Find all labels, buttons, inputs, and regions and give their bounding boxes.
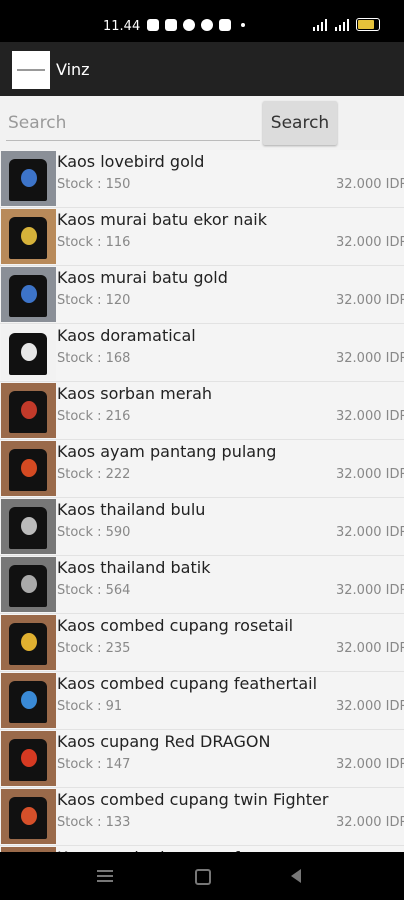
back-icon[interactable] [291,869,301,883]
signal-icon-2 [335,18,349,31]
product-price: 32.000 IDR [336,815,404,830]
list-item[interactable]: Kaos thailand bulu Stock : 590 32.000 IDR [0,498,404,556]
product-name: Kaos cupang Red DRAGON [57,732,271,751]
app-title: Vinz [56,60,90,79]
shirt-print [21,401,37,419]
product-name: Kaos thailand batik [57,558,211,577]
product-thumbnail [1,209,56,264]
product-name: Kaos lovebird gold [57,152,205,171]
product-stock: Stock : 222 [57,467,131,482]
product-stock: Stock : 216 [57,409,131,424]
product-thumbnail [1,383,56,438]
list-item[interactable]: Kaos combed cupang feathertail Stock : 91… [0,672,404,730]
product-stock: Stock : 147 [57,757,131,772]
product-thumbnail [1,731,56,786]
shirt-print [21,169,37,187]
product-price: 32.000 IDR [336,177,404,192]
home-icon[interactable] [195,869,211,885]
battery-icon [356,18,380,31]
app-icon [183,19,195,31]
list-item[interactable]: Kaos sorban merah Stock : 216 32.000 IDR [0,382,404,440]
product-stock: Stock : 120 [57,293,131,308]
list-item[interactable]: Kaos doramatical Stock : 168 32.000 IDR [0,324,404,382]
product-price: 32.000 IDR [336,351,404,366]
instagram-icon [147,19,159,31]
product-name: Kaos combed cupang rosetail [57,616,294,635]
search-input[interactable] [6,106,260,141]
product-name: Kaos combed cupang feathertail [57,674,318,693]
product-name: Kaos ayam pantang pulang [57,442,277,461]
list-item[interactable]: Kaos murai batu ekor naik Stock : 116 32.0… [0,208,404,266]
shirt-print [21,749,37,767]
product-thumbnail [1,151,56,206]
list-item[interactable]: Kaos combed cupang twin Fighter Stock : 1… [0,788,404,846]
product-list[interactable]: Kaos lovebird gold Stock : 150 32.000 IDR K… [0,150,404,852]
product-stock: Stock : 235 [57,641,131,656]
product-thumbnail [1,267,56,322]
product-price: 32.000 IDR [336,699,404,714]
product-thumbnail [1,441,56,496]
product-stock: Stock : 133 [57,815,131,830]
product-thumbnail [1,499,56,554]
product-stock: Stock : 91 [57,699,123,714]
product-price: 32.000 IDR [336,409,404,424]
product-name: Kaos doramatical [57,326,196,345]
product-stock: Stock : 150 [57,177,131,192]
app-logo [12,51,50,89]
product-name: Kaos sorban merah [57,384,213,403]
product-price: 32.000 IDR [336,293,404,308]
product-price: 32.000 IDR [336,235,404,250]
system-icons [312,18,380,31]
search-button[interactable]: Search [263,101,337,145]
product-name: Kaos thailand bulu [57,500,206,519]
signal-icon [313,18,327,31]
product-thumbnail [1,789,56,844]
product-thumbnail [1,325,56,380]
list-item[interactable]: Kaos murai batu gold Stock : 120 32.000 ID… [0,266,404,324]
list-item[interactable]: Kaos thailand batik Stock : 564 32.000 IDR [0,556,404,614]
shirt-print [21,633,37,651]
shirt-print [21,285,37,303]
message-icon [219,19,231,31]
product-name: Kaos combed cupang twin Fighter [57,790,329,809]
product-stock: Stock : 116 [57,235,131,250]
product-name: Kaos murai batu ekor naik [57,210,267,229]
list-item[interactable]: Kaos cupang Red DRAGON Stock : 147 32.000 … [0,730,404,788]
product-stock: Stock : 590 [57,525,131,540]
product-price: 32.000 IDR [336,583,404,598]
shirt-print [21,343,37,361]
shirt-print [21,807,37,825]
product-stock: Stock : 168 [57,351,131,366]
shirt-print [21,227,37,245]
shirt-print [21,575,37,593]
list-item[interactable]: Kaos ayam pantang pulang Stock : 222 32.00… [0,440,404,498]
product-stock: Stock : 564 [57,583,131,598]
product-price: 32.000 IDR [336,757,404,772]
product-thumbnail [1,673,56,728]
app-bar: Vinz [0,42,404,96]
list-item[interactable]: Kaos lovebird gold Stock : 150 32.000 IDR [0,150,404,208]
shirt-print [21,459,37,477]
status-bar: 11.44 [0,0,404,42]
product-name: Kaos murai batu gold [57,268,228,287]
recent-apps-icon[interactable] [97,870,113,882]
facebook-icon [201,19,213,31]
status-time: 11.44 [103,19,141,34]
product-price: 32.000 IDR [336,641,404,656]
shirt-print [21,691,37,709]
shirt-print [21,517,37,535]
notification-icons [147,19,245,31]
product-price: 32.000 IDR [336,467,404,482]
product-thumbnail [1,557,56,612]
shop-icon [165,19,177,31]
product-price: 32.000 IDR [336,525,404,540]
more-notifications-icon [241,23,245,27]
navigation-bar [0,852,404,900]
product-thumbnail [1,615,56,670]
list-item[interactable]: Kaos combed cupang rosetail Stock : 235 32… [0,614,404,672]
